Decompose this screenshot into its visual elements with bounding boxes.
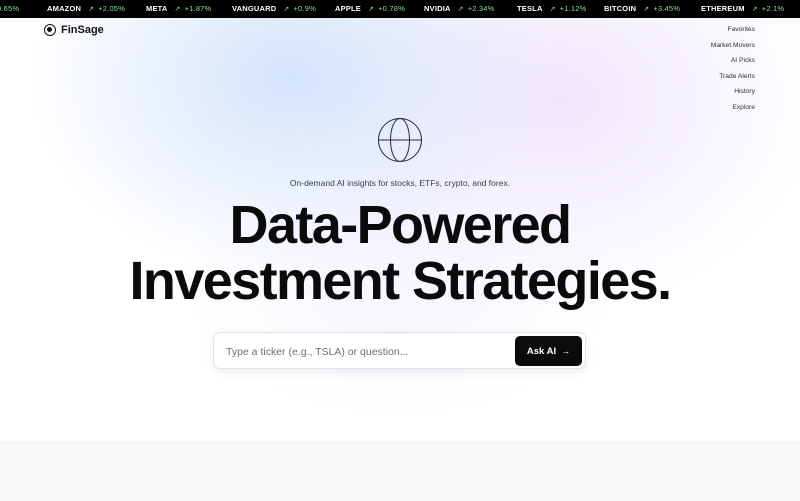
- trend-up-icon: ↗: [283, 6, 290, 13]
- finsage-logo-icon: [44, 24, 56, 36]
- ticker-item[interactable]: AMAZON ↗ +2.05%: [47, 0, 125, 18]
- stock-ticker-bar: 0.65% AMAZON↗+2.05% META↗+1.87% VANGUARD…: [0, 0, 800, 18]
- globe-icon: [378, 118, 422, 162]
- hero-headline: Data-Powered Investment Strategies.: [0, 197, 800, 309]
- nav-link-history[interactable]: History: [711, 86, 755, 102]
- ticker-change: +2.1%: [761, 4, 785, 13]
- trend-up-icon: ↗: [88, 6, 95, 13]
- trend-up-icon: ↗: [751, 6, 758, 13]
- trend-up-icon: ↗: [174, 6, 181, 13]
- ask-ai-search-bar: Ask AI →: [213, 332, 586, 369]
- ticker-item[interactable]: META ↗ +1.87%: [146, 0, 211, 18]
- ticker-change: +3.45%: [653, 4, 681, 13]
- headline-line-2: Investment Strategies.: [129, 251, 672, 311]
- next-section-band: [0, 442, 800, 501]
- ask-ai-button[interactable]: Ask AI →: [515, 336, 582, 366]
- nav-link-trade-alerts[interactable]: Trade Alerts: [711, 71, 755, 87]
- trend-up-icon: ↗: [643, 6, 650, 13]
- ticker-item[interactable]: 0.65%: [0, 0, 19, 18]
- ticker-item[interactable]: NVIDIA ↗ +2.34%: [424, 0, 495, 18]
- nav-link-explore[interactable]: Explore: [711, 102, 755, 118]
- ticker-change: +1.87%: [184, 4, 212, 13]
- ticker-symbol: BITCOIN: [604, 4, 637, 13]
- ticker-change: +1.12%: [559, 4, 587, 13]
- brand-name: FinSage: [61, 24, 104, 36]
- ticker-symbol: NVIDIA: [424, 4, 451, 13]
- trend-up-icon: ↗: [368, 6, 375, 13]
- ticker-change: +0.78%: [378, 4, 405, 13]
- ticker-question-input[interactable]: [224, 337, 518, 366]
- ask-ai-label: Ask AI: [526, 345, 557, 357]
- nav-link-ai-picks[interactable]: AI Picks: [711, 55, 755, 71]
- ticker-item[interactable]: APPLE ↗ +0.78%: [335, 0, 405, 18]
- ticker-item[interactable]: ETHEREUM ↗ +2.1%: [701, 0, 784, 18]
- ticker-change: +2.05%: [98, 4, 126, 13]
- ticker-symbol: META: [146, 4, 168, 13]
- ticker-symbol: TESLA: [517, 4, 543, 13]
- brand-logo-link[interactable]: FinSage: [44, 22, 104, 38]
- ticker-symbol: AMAZON: [47, 4, 82, 13]
- ticker-symbol: ETHEREUM: [701, 4, 745, 13]
- ticker-change: 0.65%: [0, 4, 20, 13]
- ticker-change: +0.9%: [293, 4, 316, 13]
- ticker-item[interactable]: BITCOIN ↗ +3.45%: [604, 0, 680, 18]
- ticker-item[interactable]: VANGUARD ↗ +0.9%: [232, 0, 316, 18]
- ticker-symbol: APPLE: [335, 4, 362, 13]
- trend-up-icon: ↗: [549, 6, 556, 13]
- nav-link-favorites[interactable]: Favorites: [711, 24, 755, 40]
- hero-tagline: On-demand AI insights for stocks, ETFs, …: [289, 178, 511, 188]
- trend-up-icon: ↗: [457, 6, 464, 13]
- arrow-right-icon: →: [561, 346, 571, 356]
- ticker-symbol: VANGUARD: [232, 4, 277, 13]
- headline-line-1: Data-Powered: [229, 195, 573, 255]
- ticker-item[interactable]: TESLA ↗ +1.12%: [517, 0, 587, 18]
- nav-link-market-movers[interactable]: Market Movers: [711, 40, 755, 56]
- ticker-change: +2.34%: [467, 4, 495, 13]
- side-nav: Favorites Market Movers AI Picks Trade A…: [711, 24, 755, 117]
